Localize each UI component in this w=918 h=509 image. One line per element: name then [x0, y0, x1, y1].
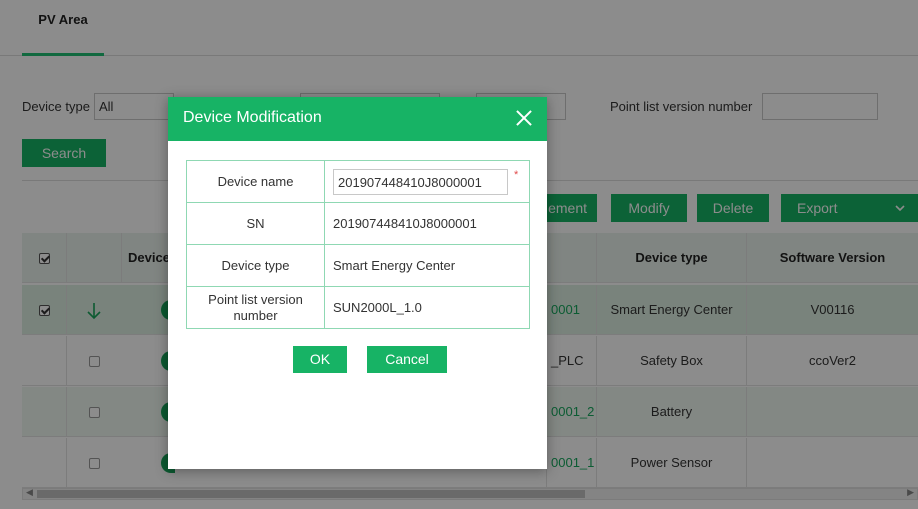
device-name-label: Device name: [186, 160, 325, 203]
device-name-input[interactable]: 201907448410J8000001: [333, 168, 508, 195]
device-type-value: Smart Energy Center: [324, 244, 530, 287]
point-list-version-field-label: Point list version number: [186, 286, 325, 329]
sn-label: SN: [186, 202, 325, 245]
device-form: Device name 201907448410J8000001 * SN 201…: [186, 160, 530, 329]
close-icon[interactable]: [511, 101, 537, 135]
device-modification-dialog: Device Modification Device name 20190744…: [168, 97, 547, 469]
cancel-button[interactable]: Cancel: [367, 346, 447, 373]
form-row: SN 201907448410J8000001: [186, 202, 530, 245]
sn-value: 201907448410J8000001: [324, 202, 530, 245]
form-row: Device name 201907448410J8000001 *: [186, 160, 530, 203]
form-row: Device type Smart Energy Center: [186, 244, 530, 287]
dialog-title: Device Modification: [183, 109, 322, 126]
dialog-header: Device Modification: [168, 97, 547, 141]
device-name-cell: 201907448410J8000001 *: [324, 160, 530, 203]
device-type-field-label: Device type: [186, 244, 325, 287]
required-mark: *: [514, 168, 519, 181]
point-list-version-value: SUN2000L_1.0: [324, 286, 530, 329]
form-row: Point list version number SUN2000L_1.0: [186, 286, 530, 329]
ok-button[interactable]: OK: [293, 346, 347, 373]
